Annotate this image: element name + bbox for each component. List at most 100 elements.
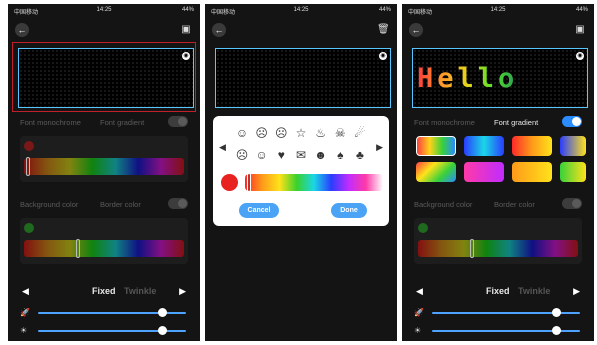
gradient-preset[interactable]: [464, 136, 504, 156]
screen-2: 中国移动 14:25 44% ← 🗑 ◉ ◀ ▶ ☺ ☹ ☹ ☆ ♨ ☠ ☄ ☹…: [205, 4, 397, 341]
emoji-next-icon[interactable]: ▶: [376, 142, 383, 153]
gradient-preset[interactable]: [464, 162, 504, 182]
gradient-preset[interactable]: [512, 136, 552, 156]
brightness-slider[interactable]: ☀: [20, 326, 188, 336]
emoji-icon[interactable]: ☄: [353, 126, 367, 140]
emoji-icon[interactable]: ✉: [294, 148, 308, 162]
mode-fixed[interactable]: Fixed: [92, 286, 116, 296]
gradient-preset[interactable]: [416, 162, 456, 182]
save-icon: ▣: [181, 24, 191, 35]
emoji-icon[interactable]: ☹: [255, 126, 269, 140]
brightness-thumb[interactable]: [158, 326, 167, 335]
font-monochrome-label[interactable]: Font monochrome: [414, 118, 475, 127]
mode-prev-icon[interactable]: ◀: [416, 286, 423, 297]
preview-eye-icon[interactable]: ◉: [576, 52, 584, 60]
border-color-label[interactable]: Border color: [100, 200, 141, 209]
brightness-thumb[interactable]: [552, 326, 561, 335]
speed-slider[interactable]: 🚀: [414, 308, 582, 318]
emoji-icon[interactable]: ♠: [333, 148, 347, 162]
status-bar: 中国移动 14:25 44%: [205, 6, 397, 16]
background-color-handle[interactable]: [470, 239, 474, 258]
led-preview[interactable]: Hello ◉: [412, 48, 588, 108]
status-bar: 中国移动 14:25 44%: [8, 6, 200, 16]
mode-twinkle[interactable]: Twinkle: [124, 286, 156, 296]
emoji-icon[interactable]: ♨: [314, 126, 328, 140]
emoji-icon[interactable]: ☹: [274, 126, 288, 140]
emoji-icon[interactable]: ♥: [274, 148, 288, 162]
battery-level: 44%: [378, 7, 391, 13]
font-gradient-label[interactable]: Font gradient: [494, 118, 538, 127]
save-button[interactable]: ▣: [574, 23, 586, 37]
background-color-dot[interactable]: [24, 223, 34, 233]
rocket-icon: 🚀: [414, 308, 424, 317]
emoji-icon[interactable]: ☹: [235, 148, 249, 162]
delete-button[interactable]: 🗑: [377, 23, 390, 37]
mode-twinkle[interactable]: Twinkle: [518, 286, 550, 296]
speed-thumb[interactable]: [158, 308, 167, 317]
mode-fixed[interactable]: Fixed: [486, 286, 510, 296]
brightness-slider[interactable]: ☀: [414, 326, 582, 336]
back-button[interactable]: ←: [409, 23, 423, 37]
emoji-icon[interactable]: ♣: [353, 148, 367, 162]
background-color-slider[interactable]: [24, 240, 184, 257]
font-monochrome-label[interactable]: Font monochrome: [20, 118, 81, 127]
back-arrow-icon: ←: [17, 25, 27, 35]
font-color-panel: [20, 136, 188, 182]
mode-next-icon[interactable]: ▶: [573, 286, 580, 297]
emoji-icon[interactable]: ☺: [235, 126, 249, 140]
background-color-row: Background color Border color: [20, 198, 188, 210]
led-preview[interactable]: ◉: [215, 48, 391, 108]
font-color-dot[interactable]: [24, 141, 34, 151]
font-gradient-toggle[interactable]: [562, 116, 582, 127]
background-color-label[interactable]: Background color: [20, 200, 78, 209]
back-button[interactable]: ←: [15, 23, 29, 37]
font-gradient-toggle[interactable]: [168, 116, 188, 127]
gradient-preset[interactable]: [416, 136, 456, 156]
trash-icon: 🗑: [377, 24, 390, 35]
emoji-prev-icon[interactable]: ◀: [219, 142, 226, 153]
gradient-presets: [414, 136, 594, 188]
font-color-row: Font monochrome Font gradient: [414, 116, 582, 128]
preview-eye-icon[interactable]: ◉: [379, 52, 387, 60]
mode-next-icon[interactable]: ▶: [179, 286, 186, 297]
font-color-handle[interactable]: [26, 157, 30, 176]
background-color-handle[interactable]: [76, 239, 80, 258]
background-color-dot[interactable]: [418, 223, 428, 233]
speed-thumb[interactable]: [552, 308, 561, 317]
preview-eye-icon[interactable]: ◉: [182, 52, 190, 60]
emoji-icon[interactable]: ☻: [314, 148, 328, 162]
speed-slider[interactable]: 🚀: [20, 308, 188, 318]
rocket-icon: 🚀: [20, 308, 30, 317]
emoji-icon[interactable]: ☠: [333, 126, 347, 140]
status-bar: 中国移动 14:25 44%: [402, 6, 594, 16]
emoji-row-2: ☹ ☺ ♥ ✉ ☻ ♠ ♣: [235, 148, 367, 164]
battery-level: 44%: [181, 7, 194, 13]
gradient-preset[interactable]: [560, 136, 586, 156]
emoji-icon[interactable]: ☆: [294, 126, 308, 140]
border-color-toggle[interactable]: [562, 198, 582, 209]
mode-selector: ◀ Fixed Twinkle ▶: [20, 286, 188, 298]
border-color-label[interactable]: Border color: [494, 200, 535, 209]
done-button[interactable]: Done: [331, 203, 367, 218]
background-color-panel: [414, 218, 582, 264]
mode-prev-icon[interactable]: ◀: [22, 286, 29, 297]
background-color-label[interactable]: Background color: [414, 200, 472, 209]
gradient-preset[interactable]: [512, 162, 552, 182]
led-preview[interactable]: ◉: [18, 48, 194, 108]
color-picker-slider[interactable]: [245, 174, 383, 191]
back-arrow-icon: ←: [214, 25, 224, 35]
background-color-slider[interactable]: [418, 240, 578, 257]
emoji-icon[interactable]: ☺: [255, 148, 269, 162]
background-color-panel: [20, 218, 188, 264]
save-button[interactable]: ▣: [180, 23, 192, 37]
selected-color-swatch[interactable]: [221, 174, 238, 191]
screen-3: 中国移动 14:25 44% ← ▣ Hello ◉ Font monochro…: [402, 4, 594, 341]
gradient-preset[interactable]: [560, 162, 586, 182]
border-color-toggle[interactable]: [168, 198, 188, 209]
color-picker-handle[interactable]: [247, 173, 251, 192]
font-gradient-label[interactable]: Font gradient: [100, 118, 144, 127]
back-button[interactable]: ←: [212, 23, 226, 37]
background-color-row: Background color Border color: [414, 198, 582, 210]
cancel-button[interactable]: Cancel: [239, 203, 279, 218]
font-color-slider[interactable]: [24, 158, 184, 175]
